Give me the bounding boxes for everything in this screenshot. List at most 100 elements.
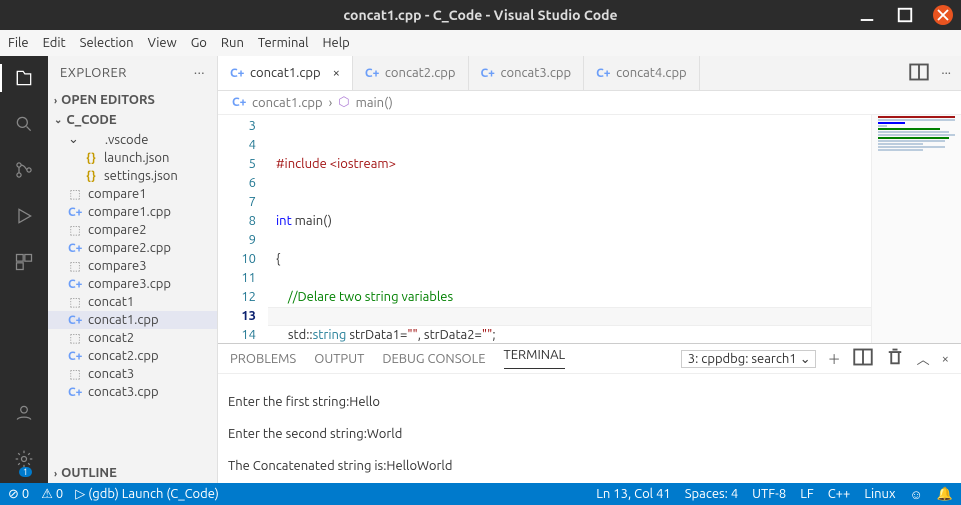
menu-terminal[interactable]: Terminal: [258, 36, 309, 50]
status-errors[interactable]: ⊘ 0: [8, 487, 29, 502]
chevron-right-icon: ›: [329, 96, 333, 110]
binary-icon: ⬚: [68, 367, 82, 381]
new-terminal-icon[interactable]: ＋: [828, 349, 841, 368]
tab-close-icon[interactable]: ×: [333, 66, 340, 80]
chevron-up-icon[interactable]: ︿: [917, 349, 930, 368]
project-section[interactable]: ⌄C_CODE: [48, 110, 217, 130]
status-encoding[interactable]: UTF-8: [752, 487, 786, 501]
menu-help[interactable]: Help: [322, 36, 349, 50]
split-editor-icon[interactable]: [909, 62, 929, 85]
panel-tab-debug[interactable]: DEBUG CONSOLE: [382, 352, 485, 366]
cpp-icon: C+: [68, 350, 82, 363]
code-content[interactable]: #include <iostream> int main() { //Delar…: [268, 115, 871, 343]
split-terminal-icon[interactable]: [853, 347, 873, 370]
folder-vscode[interactable]: ⌄.vscode: [48, 130, 217, 149]
file-concat2-cpp[interactable]: C+concat2.cpp: [48, 347, 217, 365]
breadcrumb-symbol[interactable]: main(): [356, 96, 393, 110]
explorer-sidebar: EXPLORER ··· ›OPEN EDITORS ⌄C_CODE ⌄.vsc…: [48, 56, 218, 483]
titlebar: concat1.cpp - C_Code - Visual Studio Cod…: [0, 0, 961, 30]
file-settings-json[interactable]: {}settings.json: [48, 167, 217, 185]
file-compare1[interactable]: ⬚compare1: [48, 185, 217, 203]
file-concat1-cpp[interactable]: C+concat1.cpp: [48, 311, 217, 329]
tab-concat3[interactable]: C+concat3.cpp: [469, 56, 585, 90]
activity-bar: 1: [0, 56, 48, 483]
window-title: concat1.cpp - C_Code - Visual Studio Cod…: [343, 7, 617, 23]
status-warnings[interactable]: ⚠ 0: [41, 487, 63, 502]
maximize-icon[interactable]: [895, 5, 915, 25]
file-compare3-cpp[interactable]: C+compare3.cpp: [48, 275, 217, 293]
menu-go[interactable]: Go: [191, 36, 207, 50]
feedback-icon[interactable]: ☺: [910, 487, 923, 502]
minimap[interactable]: [871, 115, 961, 343]
file-concat2[interactable]: ⬚concat2: [48, 329, 217, 347]
panel-tabs: PROBLEMS OUTPUT DEBUG CONSOLE TERMINAL 3…: [218, 344, 961, 374]
close-icon[interactable]: [933, 5, 953, 25]
source-control-icon[interactable]: [10, 156, 38, 184]
file-compare2-cpp[interactable]: C+compare2.cpp: [48, 239, 217, 257]
open-editors-section[interactable]: ›OPEN EDITORS: [48, 90, 217, 110]
binary-icon: ⬚: [68, 295, 82, 309]
binary-icon: ⬚: [68, 331, 82, 345]
chevron-down-icon: ⌄: [68, 132, 79, 147]
minimize-icon[interactable]: [857, 5, 877, 25]
menu-selection[interactable]: Selection: [80, 36, 134, 50]
cpp-icon: C+: [232, 96, 246, 109]
breadcrumb-file[interactable]: concat1.cpp: [252, 96, 323, 110]
status-eol[interactable]: LF: [800, 487, 813, 501]
cpp-icon: C+: [68, 206, 82, 219]
file-compare1-cpp[interactable]: C+compare1.cpp: [48, 203, 217, 221]
trash-icon[interactable]: [885, 347, 905, 370]
terminal-selector[interactable]: 3: cppdbg: search1 ⌄: [681, 350, 816, 368]
status-lang[interactable]: C++: [828, 487, 851, 501]
tab-concat1[interactable]: C+concat1.cpp×: [218, 56, 353, 90]
outline-section[interactable]: ›OUTLINE: [48, 463, 217, 483]
run-icon[interactable]: [10, 202, 38, 230]
menu-run[interactable]: Run: [221, 36, 244, 50]
terminal-content[interactable]: Enter the first string:Hello Enter the s…: [218, 374, 961, 483]
binary-icon: ⬚: [68, 187, 82, 201]
line-gutter: 3456789101112131415: [218, 115, 268, 343]
window-controls: [857, 5, 953, 25]
tab-concat4[interactable]: C+concat4.cpp: [584, 56, 700, 90]
status-lncol[interactable]: Ln 13, Col 41: [596, 487, 670, 501]
file-concat3-cpp[interactable]: C+concat3.cpp: [48, 383, 217, 401]
panel-tab-terminal[interactable]: TERMINAL: [504, 348, 566, 369]
binary-icon: ⬚: [68, 259, 82, 273]
file-launch-json[interactable]: {}launch.json: [48, 149, 217, 167]
cpp-icon: C+: [365, 67, 379, 80]
panel-close-icon[interactable]: ×: [942, 352, 949, 366]
panel-tab-problems[interactable]: PROBLEMS: [230, 352, 296, 366]
account-icon[interactable]: [10, 399, 38, 427]
file-concat3[interactable]: ⬚concat3: [48, 365, 217, 383]
gear-badge: 1: [19, 467, 32, 477]
explorer-icon[interactable]: [10, 64, 38, 92]
panel-tab-output[interactable]: OUTPUT: [314, 352, 364, 366]
file-compare3[interactable]: ⬚compare3: [48, 257, 217, 275]
status-bar: ⊘ 0 ⚠ 0 ▷ (gdb) Launch (C_Code) Ln 13, C…: [0, 483, 961, 505]
breadcrumb[interactable]: C+ concat1.cpp › ⬡ main(): [218, 91, 961, 115]
cpp-icon: C+: [68, 386, 82, 399]
status-os[interactable]: Linux: [864, 487, 895, 501]
extensions-icon[interactable]: [10, 248, 38, 276]
status-spaces[interactable]: Spaces: 4: [685, 487, 738, 501]
cpp-icon: C+: [68, 278, 82, 291]
status-launch[interactable]: ▷ (gdb) Launch (C_Code): [75, 487, 219, 502]
tab-concat2[interactable]: C+concat2.cpp: [353, 56, 469, 90]
menu-view[interactable]: View: [148, 36, 177, 50]
chevron-right-icon: ›: [54, 468, 57, 479]
menu-edit[interactable]: Edit: [43, 36, 66, 50]
chevron-down-icon: ⌄: [54, 114, 62, 126]
more-actions-icon[interactable]: ···: [941, 66, 951, 80]
more-icon[interactable]: ···: [194, 66, 205, 80]
search-icon[interactable]: [10, 110, 38, 138]
cpp-icon: C+: [596, 67, 610, 80]
json-icon: {}: [84, 170, 98, 183]
file-concat1[interactable]: ⬚concat1: [48, 293, 217, 311]
bell-icon[interactable]: 🔔: [937, 487, 953, 502]
code-editor[interactable]: 3456789101112131415 #include <iostream> …: [218, 115, 961, 343]
menubar: File Edit Selection View Go Run Terminal…: [0, 30, 961, 56]
chevron-down-icon: ⌄: [800, 352, 811, 367]
file-compare2[interactable]: ⬚compare2: [48, 221, 217, 239]
cpp-icon: C+: [230, 67, 244, 80]
menu-file[interactable]: File: [8, 36, 29, 50]
